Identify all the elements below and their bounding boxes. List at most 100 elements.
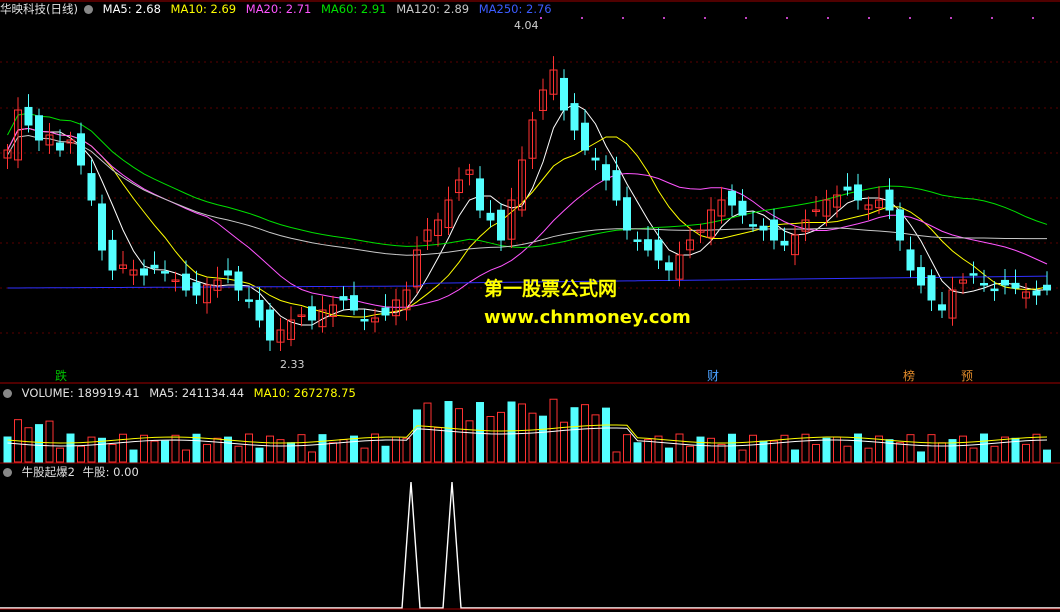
volume-bar — [266, 435, 274, 463]
volume-bar — [969, 447, 978, 463]
volume-bar — [612, 451, 621, 463]
marker-dot — [909, 17, 911, 19]
volume-bar — [539, 415, 547, 463]
volume-bar — [927, 434, 936, 463]
volume-bar — [707, 437, 715, 463]
volume-bar — [308, 451, 316, 463]
volume-bar — [717, 443, 726, 463]
candle-body — [591, 157, 600, 161]
volume-bar — [843, 445, 852, 463]
marker-dot — [581, 17, 583, 19]
kline-chart-area[interactable] — [0, 0, 1060, 612]
volume-bar — [917, 451, 925, 463]
ma5-value: MA5: 2.68 — [102, 2, 161, 16]
indicator-panel-header: 牛股起爆2 牛股: 0.00 — [0, 463, 145, 481]
indicator-name[interactable]: 牛股起爆2 — [22, 465, 75, 479]
price-panel-header: 华映科技(日线) MA5: 2.68 MA10: 2.69 MA20: 2.71… — [0, 0, 558, 18]
volume-bar — [1001, 436, 1009, 463]
volume-bar — [224, 436, 232, 463]
candle-body — [1043, 284, 1051, 291]
ma120-value: MA120: 2.89 — [396, 2, 470, 16]
volume-bar — [465, 420, 474, 463]
volume-bar — [45, 420, 54, 463]
panel-toggle-icon[interactable] — [3, 389, 12, 398]
volume-bar — [749, 434, 757, 463]
volume-bar — [150, 440, 159, 463]
ma20-value: MA20: 2.71 — [245, 2, 312, 16]
volume-bar — [665, 447, 673, 463]
volume-bar — [402, 437, 411, 463]
candle-body — [938, 304, 946, 311]
marker-dot — [622, 17, 624, 19]
volume-bar — [318, 434, 327, 463]
marker-dot — [868, 17, 870, 19]
ma250-value: MA250: 2.76 — [478, 2, 552, 16]
candle-body — [843, 186, 852, 191]
volume-bar — [980, 433, 988, 463]
candle-body — [644, 239, 652, 251]
marker-dot — [745, 17, 747, 19]
volume-bar — [234, 445, 243, 463]
panel-separators — [0, 0, 1060, 610]
volume-bar — [1022, 443, 1030, 463]
volume-bar — [476, 402, 484, 463]
volume-bar — [371, 433, 379, 463]
volume-bar — [182, 449, 190, 463]
panel-toggle-icon[interactable] — [3, 468, 12, 477]
candle-body — [738, 200, 747, 216]
volume-bar — [959, 435, 967, 463]
candle-body — [77, 133, 85, 166]
candle-body — [339, 296, 348, 301]
volume-bar — [602, 407, 610, 463]
stock-title[interactable]: 华映科技(日线) — [0, 2, 78, 16]
candle-body — [969, 273, 978, 276]
event-tag-fall[interactable]: 跌 — [53, 369, 69, 383]
candle-body — [308, 306, 316, 321]
event-tag-forecast[interactable]: 预 — [959, 369, 975, 383]
volume-bar — [108, 443, 117, 463]
volume-bar — [728, 433, 736, 463]
volume-bar — [329, 442, 337, 463]
ma60-value: MA60: 2.91 — [320, 2, 387, 16]
volume-bar — [77, 445, 85, 463]
candle-body — [192, 282, 201, 296]
ma60-line — [7, 112, 1048, 249]
volume-bar — [381, 445, 390, 463]
volume-bar — [129, 449, 138, 463]
volume-bar — [591, 414, 600, 463]
panel-toggle-icon[interactable] — [83, 5, 93, 14]
candle-body — [633, 239, 642, 242]
volume-bar — [1043, 449, 1051, 463]
volume-bar — [581, 404, 589, 463]
candle-body — [98, 203, 106, 251]
event-tag-finance[interactable]: 财 — [705, 369, 721, 383]
volume-bar — [35, 424, 43, 463]
candle-body — [654, 239, 663, 261]
volume-bar — [633, 442, 642, 463]
volume-bar — [812, 443, 820, 463]
candle-body — [360, 318, 369, 322]
volume-bar — [822, 437, 831, 463]
candle-body — [476, 178, 484, 211]
watermark-url: www.chnmoney.com — [484, 307, 691, 328]
candle-body — [980, 283, 988, 286]
volume-bar — [644, 439, 652, 463]
volume-bar — [56, 447, 64, 463]
period-high-label: 4.04 — [514, 19, 539, 32]
candle-body — [182, 273, 190, 291]
candle-body — [602, 164, 610, 181]
volume-bar — [392, 436, 400, 463]
volume-bar — [623, 434, 631, 463]
volume-bar — [255, 447, 264, 463]
marker-dot — [991, 17, 993, 19]
period-low-label: 2.33 — [280, 358, 305, 371]
volume-bar — [3, 436, 12, 463]
volume-bar — [528, 412, 537, 463]
candle-body — [161, 271, 169, 274]
event-tag-ranking[interactable]: 榜 — [901, 369, 917, 383]
signal-line — [0, 481, 1060, 609]
volume-bar — [791, 449, 799, 463]
candle-body — [497, 209, 505, 241]
volume-bar — [423, 402, 432, 463]
candle-body — [140, 268, 148, 276]
